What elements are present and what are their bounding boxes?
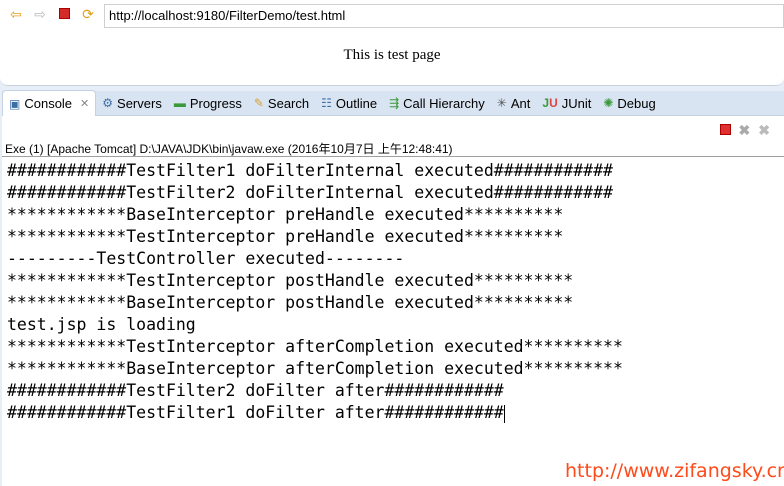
- tab-console[interactable]: ▣ Console ✕: [2, 90, 97, 116]
- tab-label: Search: [267, 95, 310, 111]
- console-line: ************TestInterceptor afterComplet…: [7, 337, 623, 356]
- browser-nav: ⇦ ⇨ ⟳: [8, 6, 96, 22]
- refresh-icon[interactable]: ⟳: [80, 6, 96, 22]
- tab-ant[interactable]: ✳ Ant: [491, 91, 537, 116]
- tab-servers[interactable]: ⚙ Servers: [96, 91, 168, 116]
- tab-label: Progress: [189, 95, 242, 111]
- remove-all-icon[interactable]: ✖: [758, 122, 770, 139]
- terminate-icon[interactable]: [719, 122, 731, 139]
- search-icon: ✎: [253, 96, 264, 110]
- tab-label: Servers: [117, 95, 162, 111]
- back-arrow-icon[interactable]: ⇦: [8, 6, 24, 22]
- console-line: test.jsp is loading: [7, 315, 196, 334]
- call-hierarchy-icon: ⇶: [389, 96, 400, 110]
- tab-outline[interactable]: ☷ Outline: [315, 91, 383, 116]
- tab-label: Debug: [617, 95, 656, 111]
- console-line: ############TestFilter2 doFilter after##…: [7, 381, 504, 400]
- console-line: ************BaseInterceptor preHandle ex…: [7, 205, 564, 224]
- servers-icon: ⚙: [102, 96, 114, 110]
- progress-icon: ▬: [173, 96, 186, 110]
- view-tabs: ▣ Console ✕ ⚙ Servers ▬ Progress ✎ Search ☷ Ou…: [2, 90, 784, 116]
- console-icon: ▣: [9, 96, 21, 111]
- console-output[interactable]: ############TestFilter1 doFilterInternal…: [7, 160, 623, 424]
- console-line: ************BaseInterceptor afterComplet…: [7, 359, 623, 378]
- stop-icon[interactable]: [56, 6, 72, 22]
- console-line: ---------TestController executed--------: [7, 249, 405, 268]
- tab-label: Outline: [335, 95, 378, 111]
- tab-junit[interactable]: JU JUnit: [536, 91, 597, 116]
- outline-icon: ☷: [321, 96, 332, 110]
- debug-icon: ✺: [603, 96, 614, 110]
- console-line: ############TestFilter2 doFilterInternal…: [7, 183, 613, 202]
- close-icon[interactable]: ✕: [80, 97, 89, 110]
- console-toolbar: ✖ ✖: [719, 122, 770, 139]
- console-line: ############TestFilter1 doFilterInternal…: [7, 161, 613, 180]
- console-line: ************TestInterceptor preHandle ex…: [7, 227, 564, 246]
- tab-label: Call Hierarchy: [403, 95, 485, 111]
- tab-search[interactable]: ✎ Search: [248, 91, 315, 116]
- page-content: This is test page: [343, 47, 441, 63]
- ant-icon: ✳: [496, 96, 507, 110]
- url-input[interactable]: http://localhost:9180/FilterDemo/test.ht…: [104, 4, 784, 28]
- console-line: ############TestFilter1 doFilter after##…: [7, 403, 505, 423]
- forward-arrow-icon[interactable]: ⇨: [32, 6, 48, 22]
- browser-pane: ⇦ ⇨ ⟳ http://localhost:9180/FilterDemo/t…: [0, 0, 784, 86]
- tab-label: Ant: [510, 95, 531, 111]
- tab-label: JUnit: [561, 95, 592, 111]
- tab-progress[interactable]: ▬ Progress: [168, 91, 248, 116]
- remove-launch-icon[interactable]: ✖: [739, 122, 751, 139]
- divider: [2, 156, 784, 157]
- console-panel: ✖ ✖ Exe (1) [Apache Tomcat] D:\JAVA\JDK\…: [2, 116, 784, 486]
- text-caret: [503, 404, 505, 423]
- console-line: ************TestInterceptor postHandle e…: [7, 271, 574, 290]
- process-label: Exe (1) [Apache Tomcat] D:\JAVA\JDK\bin\…: [5, 142, 453, 156]
- tab-debug[interactable]: ✺ Debug: [597, 91, 661, 116]
- tab-call-hierarchy[interactable]: ⇶ Call Hierarchy: [383, 91, 491, 116]
- console-line: ************BaseInterceptor postHandle e…: [7, 293, 574, 312]
- watermark: http://www.zifangsky.cn: [565, 460, 784, 482]
- junit-icon: JU: [542, 96, 558, 110]
- tab-label: Console: [24, 96, 73, 111]
